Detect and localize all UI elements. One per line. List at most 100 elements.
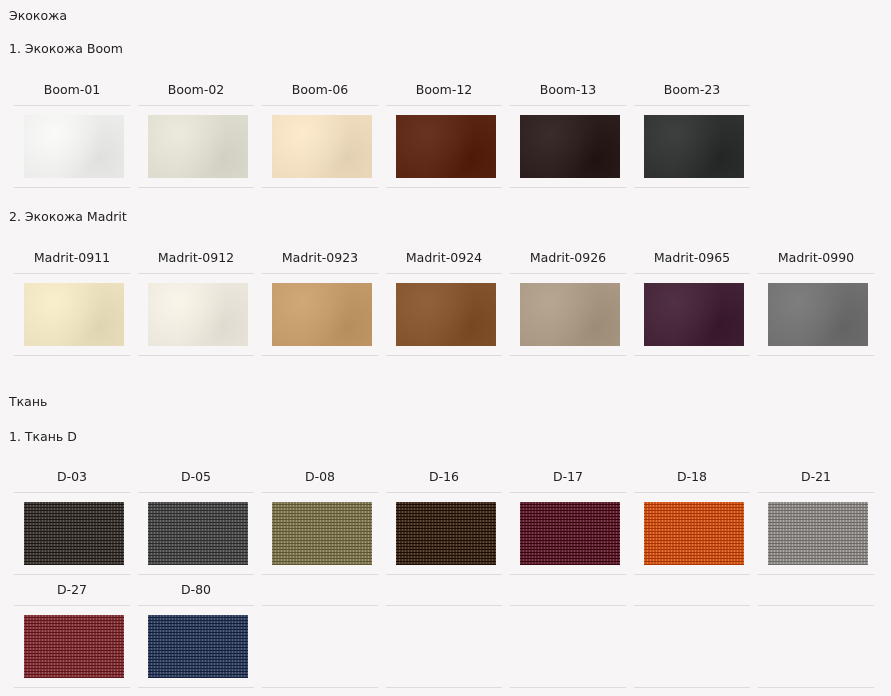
swatch-image[interactable]	[148, 283, 248, 346]
cell-divider	[14, 105, 130, 106]
cell-divider	[138, 355, 254, 356]
swatch-label: Madrit-0990	[777, 250, 855, 265]
swatch-image[interactable]	[24, 615, 124, 678]
cell-divider	[14, 687, 130, 688]
cell-divider	[386, 492, 502, 493]
swatch-label: D-03	[56, 469, 88, 484]
group-title-fabric-d: 1. Ткань D	[9, 429, 77, 444]
cell-divider	[262, 492, 378, 493]
swatch-image[interactable]	[272, 283, 372, 346]
cell-divider	[510, 687, 626, 688]
swatch-image[interactable]	[272, 502, 372, 565]
swatch-label: Boom-23	[663, 82, 721, 97]
cell-divider	[14, 187, 130, 188]
swatch-image[interactable]	[148, 615, 248, 678]
cell-divider	[758, 574, 874, 575]
swatch-image[interactable]	[396, 115, 496, 178]
cell-divider	[14, 605, 130, 606]
swatch-label: D-21	[800, 469, 832, 484]
cell-divider	[386, 105, 502, 106]
swatch-label: D-08	[304, 469, 336, 484]
swatch-image[interactable]	[768, 283, 868, 346]
cell-divider	[14, 574, 130, 575]
swatch-image[interactable]	[148, 502, 248, 565]
cell-divider	[138, 687, 254, 688]
cell-divider	[138, 187, 254, 188]
swatch-image[interactable]	[768, 502, 868, 565]
cell-divider	[138, 492, 254, 493]
swatch-label: D-27	[56, 582, 88, 597]
swatch-image[interactable]	[24, 115, 124, 178]
cell-divider	[510, 355, 626, 356]
swatch-label: Madrit-0912	[157, 250, 235, 265]
cell-divider	[138, 574, 254, 575]
cell-divider	[386, 187, 502, 188]
cell-divider	[262, 687, 378, 688]
swatch-image[interactable]	[644, 283, 744, 346]
cell-divider	[634, 273, 750, 274]
swatch-label: Madrit-0911	[33, 250, 111, 265]
cell-divider	[758, 605, 874, 606]
cell-divider	[758, 687, 874, 688]
swatch-label: Boom-02	[167, 82, 225, 97]
swatch-label: Madrit-0926	[529, 250, 607, 265]
cell-divider	[634, 492, 750, 493]
swatch-image[interactable]	[644, 502, 744, 565]
cell-divider	[510, 187, 626, 188]
cell-divider	[138, 273, 254, 274]
swatch-label: Madrit-0965	[653, 250, 731, 265]
cell-divider	[14, 273, 130, 274]
swatch-image[interactable]	[272, 115, 372, 178]
cell-divider	[386, 605, 502, 606]
swatch-label: D-05	[180, 469, 212, 484]
swatch-label: Boom-01	[43, 82, 101, 97]
cell-divider	[138, 605, 254, 606]
cell-divider	[262, 187, 378, 188]
cell-divider	[634, 355, 750, 356]
cell-divider	[634, 574, 750, 575]
swatch-label: Boom-12	[415, 82, 473, 97]
cell-divider	[510, 273, 626, 274]
cell-divider	[262, 273, 378, 274]
cell-divider	[758, 273, 874, 274]
cell-divider	[386, 574, 502, 575]
swatch-label: Madrit-0924	[405, 250, 483, 265]
swatch-image[interactable]	[24, 502, 124, 565]
cell-divider	[510, 105, 626, 106]
swatch-image[interactable]	[396, 502, 496, 565]
section-title-ecoleather: Экокожа	[9, 8, 68, 23]
swatch-image[interactable]	[24, 283, 124, 346]
swatch-label: Boom-06	[291, 82, 349, 97]
swatch-label: Madrit-0923	[281, 250, 359, 265]
cell-divider	[262, 574, 378, 575]
group-title-madrit: 2. Экокожа Madrit	[9, 209, 127, 224]
swatch-image[interactable]	[520, 283, 620, 346]
cell-divider	[634, 105, 750, 106]
cell-divider	[262, 355, 378, 356]
section-title-fabric: Ткань	[9, 394, 48, 409]
cell-divider	[510, 574, 626, 575]
cell-divider	[138, 105, 254, 106]
swatch-image[interactable]	[644, 115, 744, 178]
group-title-boom: 1. Экокожа Boom	[9, 41, 123, 56]
cell-divider	[510, 605, 626, 606]
swatch-label: D-17	[552, 469, 584, 484]
cell-divider	[386, 355, 502, 356]
cell-divider	[634, 187, 750, 188]
swatch-image[interactable]	[396, 283, 496, 346]
cell-divider	[634, 687, 750, 688]
cell-divider	[262, 605, 378, 606]
swatch-label: Boom-13	[539, 82, 597, 97]
swatch-label: D-16	[428, 469, 460, 484]
cell-divider	[14, 492, 130, 493]
cell-divider	[510, 492, 626, 493]
cell-divider	[758, 355, 874, 356]
cell-divider	[634, 605, 750, 606]
cell-divider	[386, 273, 502, 274]
swatch-label: D-18	[676, 469, 708, 484]
swatch-image[interactable]	[520, 115, 620, 178]
swatch-image[interactable]	[520, 502, 620, 565]
swatch-image[interactable]	[148, 115, 248, 178]
swatch-label: D-80	[180, 582, 212, 597]
cell-divider	[386, 687, 502, 688]
